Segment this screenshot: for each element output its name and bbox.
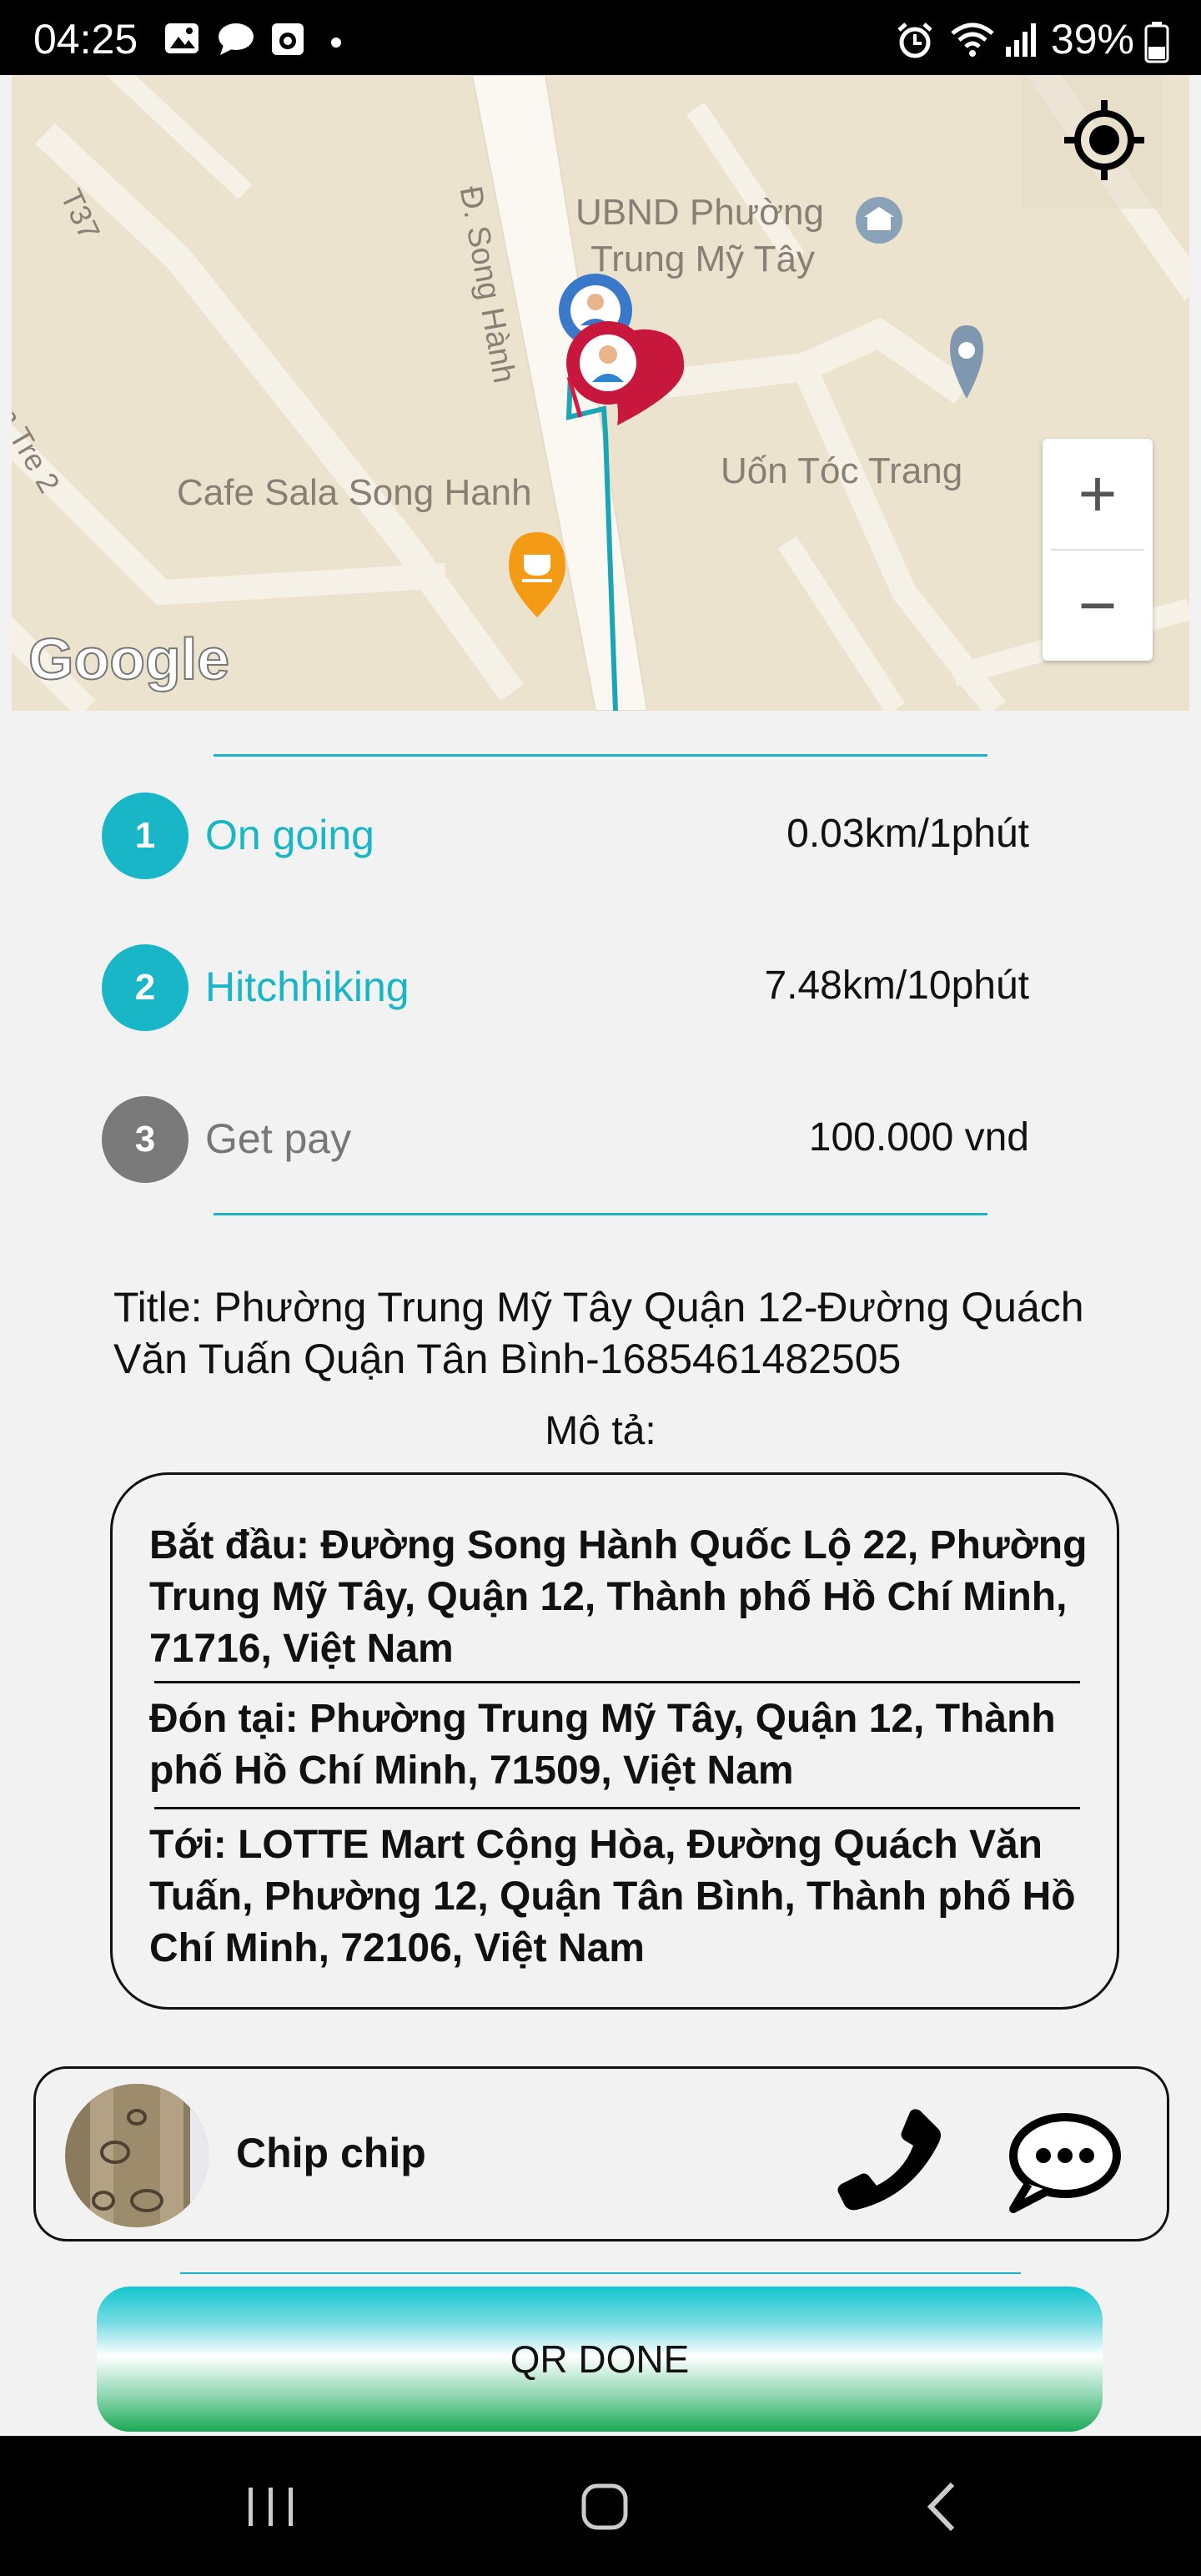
- plus-icon: +: [1078, 456, 1118, 531]
- action-divider: [180, 2272, 1021, 2274]
- signal-icon: [1006, 23, 1036, 57]
- home-icon: [581, 2483, 628, 2530]
- recent-apps-icon: [249, 2488, 293, 2526]
- chat-bubble-icon: [1009, 2113, 1121, 2213]
- my-location-button[interactable]: [1021, 75, 1163, 209]
- google-logo: Google: [28, 626, 230, 692]
- message-button[interactable]: [1005, 2106, 1122, 2214]
- battery-percent: 39%: [1050, 16, 1134, 63]
- alarm-icon: [897, 23, 932, 58]
- trip-title: Title: Phường Trung Mỹ Tây Quận 12-Đường…: [113, 1284, 1084, 1382]
- step-2-value: 7.48km/10phút: [764, 963, 1029, 1008]
- zoom-out-button[interactable]: −: [1043, 551, 1153, 661]
- steps-bottom-divider: [214, 1213, 987, 1215]
- description-divider: [154, 1807, 1080, 1809]
- map-label-ubnd-line1: UBND Phường: [575, 192, 824, 233]
- description-label: Mô tả:: [545, 1409, 656, 1453]
- step-2-label: Hitchhiking: [205, 963, 410, 1010]
- home-button[interactable]: [575, 2478, 634, 2536]
- map-label-salon: Uốn Tóc Trang: [721, 450, 963, 491]
- minus-icon: −: [1078, 568, 1118, 642]
- map-label-cafe: Cafe Sala Song Hanh: [177, 472, 532, 513]
- step-3-label: Get pay: [205, 1115, 352, 1162]
- crosshair-icon: [1064, 100, 1144, 180]
- step-1-badge: 1: [102, 792, 188, 879]
- driver-card: Chip chip: [33, 2066, 1169, 2241]
- description-box: Bắt đầu: Đường Song Hành Quốc Lộ 22, Phư…: [110, 1472, 1119, 2010]
- battery-icon: [1144, 22, 1169, 63]
- recent-apps-button[interactable]: [242, 2478, 300, 2536]
- chat-icon: [219, 23, 254, 55]
- back-icon: [927, 2482, 955, 2532]
- steps-top-divider: [214, 754, 987, 757]
- navigation-bar: [0, 2436, 1201, 2576]
- wifi-icon: [951, 23, 994, 57]
- status-time: 04:25: [33, 16, 138, 63]
- status-bar: 04:25 39%: [0, 0, 1201, 75]
- avatar: [65, 2084, 209, 2227]
- phone-icon: [837, 2109, 941, 2211]
- back-button[interactable]: [914, 2478, 972, 2536]
- step-2-badge: 2: [102, 944, 188, 1031]
- dot-icon: [331, 38, 341, 48]
- step-1-label: On going: [205, 812, 374, 858]
- camera-icon: [272, 23, 304, 55]
- step-3-badge: 3: [102, 1096, 188, 1183]
- qr-done-button[interactable]: QR DONE: [97, 2287, 1103, 2432]
- driver-name: Chip chip: [236, 2130, 426, 2176]
- start-address: Bắt đầu: Đường Song Hành Quốc Lộ 22, Phư…: [149, 1523, 1088, 1671]
- step-3-value: 100.000 vnd: [808, 1115, 1029, 1160]
- step-1-value: 0.03km/1phút: [786, 812, 1029, 856]
- map-label-ubnd-line2: Trung Mỹ Tây: [590, 239, 815, 279]
- zoom-controls: + −: [1043, 439, 1153, 661]
- call-button[interactable]: [837, 2106, 945, 2214]
- image-icon: [165, 23, 198, 53]
- map-roads: [12, 75, 1189, 711]
- description-divider: [154, 1681, 1080, 1683]
- map-view[interactable]: Đ. Song Hành T37 n Tre 2 UBND Phường Tru…: [12, 75, 1189, 711]
- destination-address: Tới: LOTTE Mart Cộng Hòa, Đường Quách Vă…: [149, 1823, 1076, 1970]
- pickup-address: Đón tại: Phường Trung Mỹ Tây, Quận 12, T…: [149, 1697, 1056, 1793]
- zoom-in-button[interactable]: +: [1043, 439, 1153, 549]
